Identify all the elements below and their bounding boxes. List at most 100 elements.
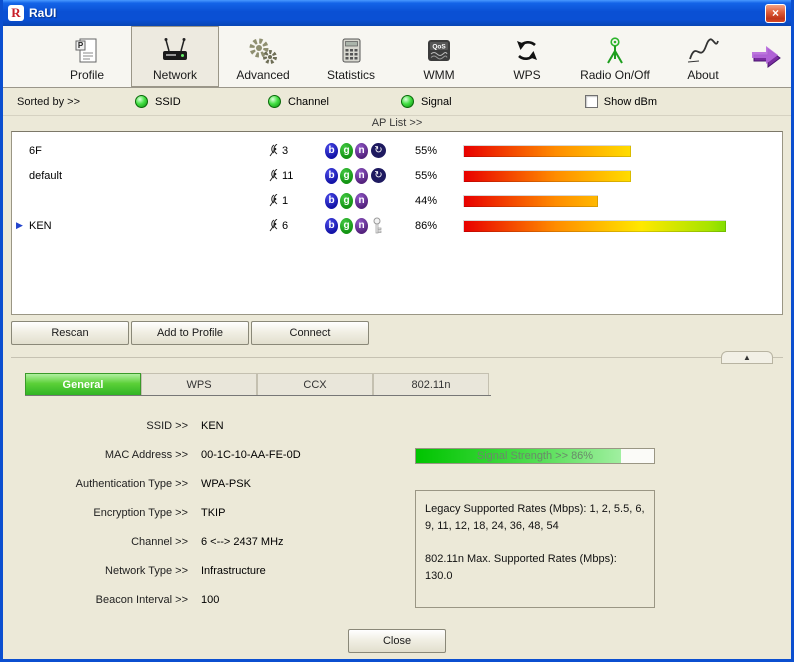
window-title: RaUI	[29, 6, 57, 20]
ap-channel: 1	[267, 194, 325, 207]
wmm-qos-icon: QoS	[422, 30, 456, 66]
wps-capable-icon: ↻	[371, 143, 386, 158]
field-label: Network Type >>	[105, 565, 188, 577]
connect-button[interactable]: Connect	[251, 321, 369, 345]
ap-row-connected[interactable]: ▶ KEN 6 b g n 86%	[12, 213, 782, 238]
toolbar-label-radio: Radio On/Off	[580, 68, 650, 82]
sorted-by-label: Sorted by >>	[17, 95, 80, 108]
channel-number: 11	[282, 169, 294, 182]
close-button[interactable]: Close	[348, 629, 446, 653]
ap-signal-percent: 55%	[415, 144, 438, 157]
add-to-profile-button[interactable]: Add to Profile	[131, 321, 249, 345]
toolbar-label-about: About	[687, 68, 719, 82]
tab-ccx[interactable]: CCX	[257, 373, 373, 395]
mode-g-badge: g	[340, 142, 353, 159]
titlebar[interactable]: R RaUI ×	[3, 0, 791, 26]
action-buttons: Rescan Add to Profile Connect	[3, 315, 791, 349]
ap-channel: 6	[267, 219, 325, 232]
channel-number: 1	[282, 194, 289, 207]
svg-text:QoS: QoS	[432, 43, 446, 50]
section-divider: ▲	[3, 349, 791, 365]
toolbar-item-advanced[interactable]: Advanced	[219, 26, 307, 87]
field-label: MAC Address >>	[104, 449, 188, 461]
tab-general[interactable]: General	[25, 373, 141, 395]
toolbar-label-statistics: Statistics	[326, 68, 375, 82]
ap-signal-percent: 55%	[415, 169, 438, 182]
sort-ssid-label: SSID	[155, 95, 181, 108]
signal-bar	[463, 144, 769, 157]
sort-by-channel-button[interactable]: Channel	[268, 95, 401, 108]
footer: Close	[3, 629, 791, 653]
toolbar-item-wps[interactable]: WPS	[483, 26, 571, 87]
mode-n-badge: n	[355, 217, 368, 234]
ap-mode-badges: b g n	[325, 192, 415, 209]
signal-bar	[463, 169, 769, 182]
signal-bar	[463, 219, 769, 232]
window-close-button[interactable]: ×	[765, 3, 786, 23]
toolbar-item-network[interactable]: Network	[131, 26, 219, 87]
legacy-rates-text: Legacy Supported Rates (Mbps): 1, 2, 5.5…	[425, 503, 645, 533]
ap-channel: 3	[267, 144, 325, 157]
signal-strength-bar: Signal Strength >> 86%	[415, 448, 655, 464]
field-authentication-type: Authentication Type >> WPA-PSK	[3, 478, 401, 490]
field-label: Authentication Type >>	[75, 478, 188, 490]
toolbar-label-network: Network	[152, 68, 197, 82]
mode-b-badge: b	[325, 192, 338, 209]
field-value: 6 <--> 2437 MHz	[201, 536, 284, 548]
ap-row[interactable]: 6F 3 b g n ↻ 55%	[12, 138, 782, 163]
tab-80211n[interactable]: 802.11n	[373, 373, 489, 395]
field-list: SSID >> KEN MAC Address >> 00-1C-10-AA-F…	[3, 396, 401, 623]
ap-ssid: 6F	[29, 144, 42, 157]
ap-ssid: default	[29, 169, 63, 182]
tab-wps[interactable]: WPS	[141, 373, 257, 395]
next-page-arrow-button[interactable]	[749, 26, 791, 87]
field-value: 100	[201, 594, 220, 606]
detail-tabs: General WPS CCX 802.11n	[25, 373, 491, 396]
field-value: WPA-PSK	[201, 478, 251, 490]
antenna-icon	[269, 194, 278, 207]
field-beacon-interval: Beacon Interval >> 100	[3, 594, 401, 606]
rescan-button[interactable]: Rescan	[11, 321, 129, 345]
toolbar-item-radio-on-off[interactable]: Radio On/Off	[571, 26, 659, 87]
80211n-max-rates-text: 802.11n Max. Supported Rates (Mbps): 130…	[425, 553, 617, 583]
collapse-detail-button[interactable]: ▲	[721, 351, 773, 364]
sort-by-ssid-button[interactable]: SSID	[135, 95, 268, 108]
antenna-icon	[269, 219, 278, 232]
sort-bar: Sorted by >> SSID Channel Signal Show dB…	[3, 88, 791, 116]
show-dbm-checkbox[interactable]	[584, 95, 598, 108]
profile-icon: P	[72, 30, 102, 66]
advanced-icon	[246, 30, 280, 66]
show-dbm-toggle[interactable]: Show dBm	[584, 95, 657, 108]
antenna-icon	[269, 144, 278, 157]
signal-bar-fill	[463, 144, 632, 157]
security-key-icon	[373, 217, 382, 234]
toolbar-item-wmm[interactable]: QoS WMM	[395, 26, 483, 87]
toolbar-item-statistics[interactable]: Statistics	[307, 26, 395, 87]
ap-row[interactable]: default 11 b g n ↻ 55%	[12, 163, 782, 188]
green-led-icon	[268, 95, 281, 108]
sort-by-signal-button[interactable]: Signal	[401, 95, 534, 108]
toolbar-item-profile[interactable]: P Profile	[43, 26, 131, 87]
ap-channel: 11	[267, 169, 325, 182]
purple-arrow-icon	[752, 45, 781, 68]
toolbar-item-about[interactable]: About	[659, 26, 747, 87]
sort-channel-label: Channel	[288, 95, 329, 108]
field-label: SSID >>	[146, 420, 188, 432]
raui-window: R RaUI × P Profile Network Advanced Stat…	[0, 0, 794, 662]
mode-g-badge: g	[340, 192, 353, 209]
general-panel: SSID >> KEN MAC Address >> 00-1C-10-AA-F…	[3, 396, 791, 623]
ap-mode-badges: b g n ↻	[325, 142, 415, 159]
field-label: Beacon Interval >>	[95, 594, 188, 606]
signal-strength-label: Signal Strength >> 86%	[476, 450, 594, 462]
signal-bar-fill	[463, 169, 632, 182]
field-channel: Channel >> 6 <--> 2437 MHz	[3, 536, 401, 548]
statistics-icon	[336, 30, 366, 66]
field-ssid: SSID >> KEN	[3, 420, 401, 432]
mode-g-badge: g	[340, 217, 353, 234]
ap-row[interactable]: 1 b g n 44%	[12, 188, 782, 213]
channel-number: 6	[282, 219, 289, 232]
mode-n-badge: n	[355, 142, 368, 159]
mode-b-badge: b	[325, 142, 338, 159]
mode-n-badge: n	[355, 192, 368, 209]
field-mac-address: MAC Address >> 00-1C-10-AA-FE-0D	[3, 449, 401, 461]
